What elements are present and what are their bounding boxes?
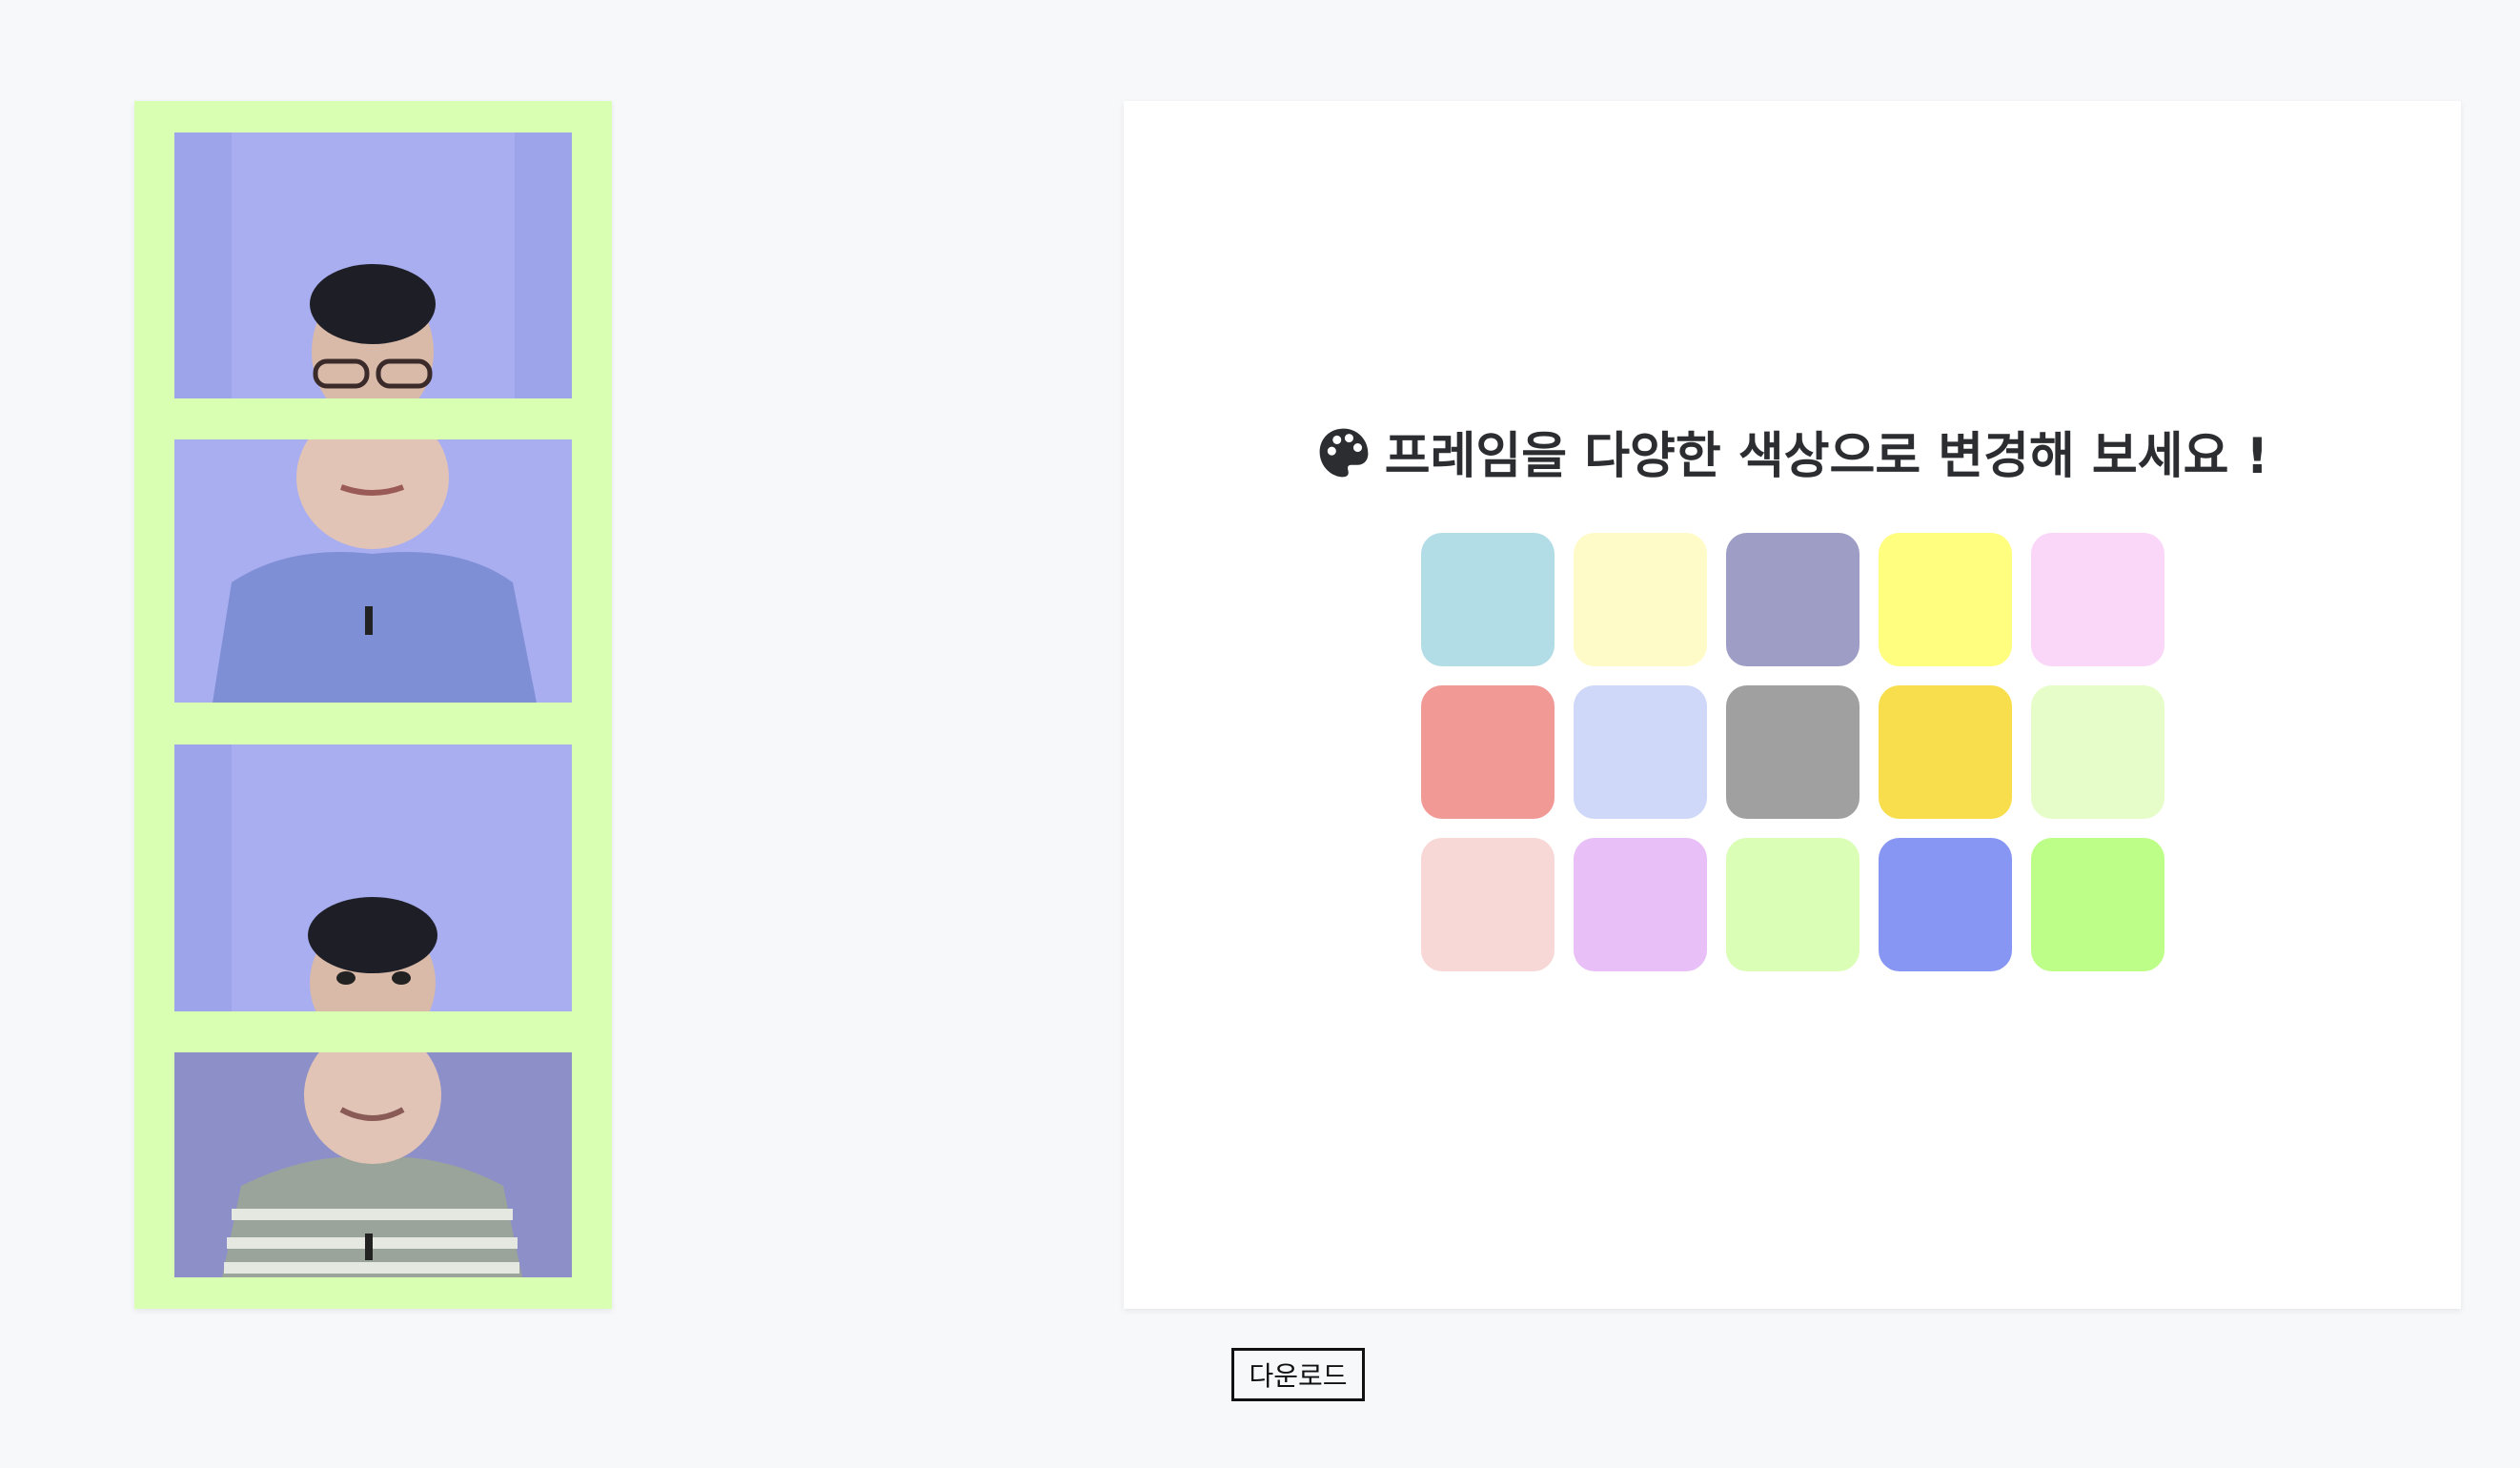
- color-swatch-10[interactable]: [2031, 685, 2164, 819]
- photo-2: [174, 439, 572, 703]
- color-swatch-13[interactable]: [1726, 838, 1860, 971]
- color-swatch-8[interactable]: [1726, 685, 1860, 819]
- photo-4: [174, 1052, 572, 1277]
- color-swatch-12[interactable]: [1574, 838, 1707, 971]
- color-swatch-11[interactable]: [1421, 838, 1555, 971]
- color-picker-panel: 프레임을 다양한 색상으로 변경해 보세요 !: [1124, 101, 2461, 1309]
- download-button[interactable]: 다운로드: [1231, 1348, 1365, 1401]
- color-swatch-4[interactable]: [1879, 533, 2012, 666]
- photo-strip-frame: [134, 101, 612, 1309]
- swatch-grid: [1421, 533, 2168, 971]
- color-swatch-7[interactable]: [1574, 685, 1707, 819]
- color-swatch-3[interactable]: [1726, 533, 1860, 666]
- palette-icon: [1319, 428, 1369, 478]
- photo-1: [174, 133, 572, 398]
- color-swatch-5[interactable]: [2031, 533, 2164, 666]
- color-swatch-9[interactable]: [1879, 685, 2012, 819]
- panel-heading: 프레임을 다양한 색상으로 변경해 보세요 !: [1124, 416, 2461, 487]
- color-swatch-6[interactable]: [1421, 685, 1555, 819]
- heading-text: 프레임을 다양한 색상으로 변경해 보세요 !: [1384, 428, 2269, 485]
- color-swatch-1[interactable]: [1421, 533, 1555, 666]
- photo-3: [174, 744, 572, 1011]
- color-swatch-2[interactable]: [1574, 533, 1707, 666]
- color-swatch-14[interactable]: [1879, 838, 2012, 971]
- color-swatch-15[interactable]: [2031, 838, 2164, 971]
